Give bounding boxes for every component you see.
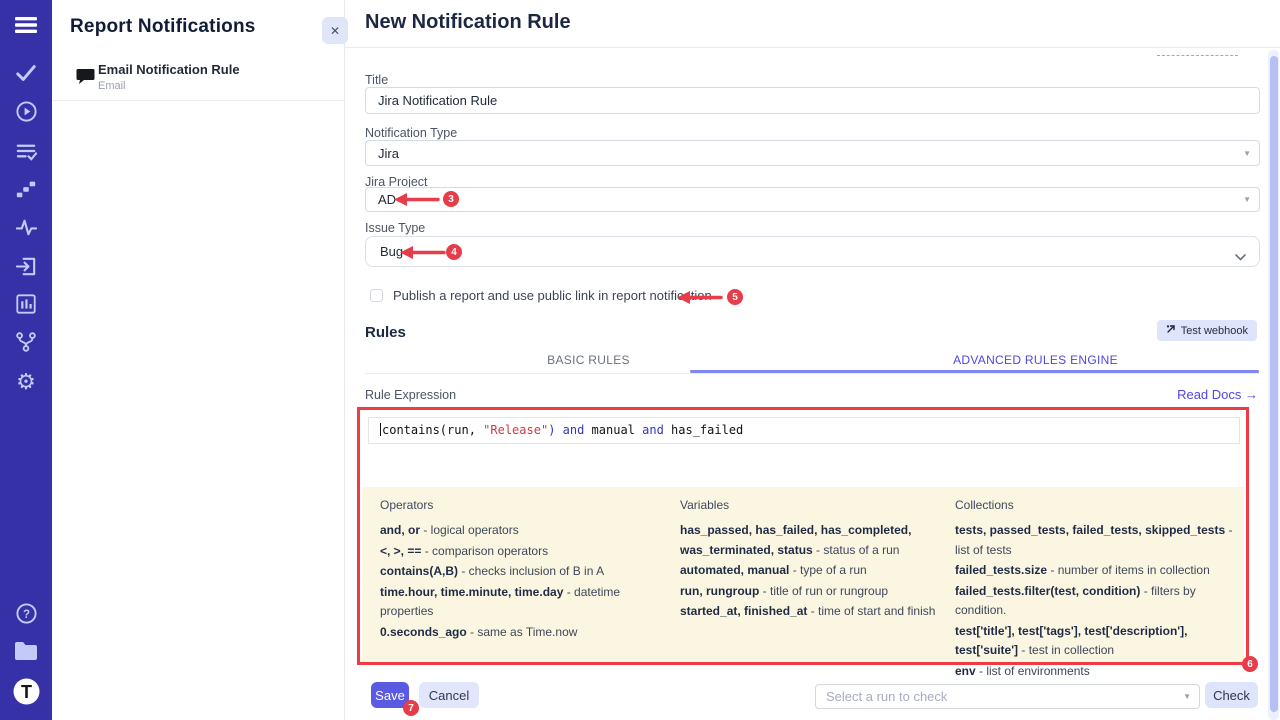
play-circle-icon[interactable] bbox=[0, 100, 52, 123]
help-item: run, rungroup - title of run or rungroup bbox=[680, 582, 954, 602]
help-item: 0.seconds_ago - same as Time.now bbox=[380, 623, 664, 643]
notification-rule-list-item[interactable]: Email Notification Rule Email bbox=[52, 56, 344, 101]
activity-icon[interactable] bbox=[0, 216, 52, 239]
help-item: tests, passed_tests, failed_tests, skipp… bbox=[955, 521, 1237, 560]
help-item: contains(A,B) - checks inclusion of B in… bbox=[380, 562, 664, 582]
rules-heading: Rules bbox=[365, 324, 406, 341]
annotation-badge-7: 7 bbox=[403, 700, 419, 716]
title-input[interactable] bbox=[365, 87, 1260, 114]
dropdown-arrow-icon: ▼ bbox=[1183, 692, 1191, 701]
annotation-badge-4: 4 bbox=[446, 244, 462, 260]
annotation-badge-3: 3 bbox=[443, 191, 459, 207]
annotation-rectangle-6: contains(run, "Release") and manual and … bbox=[357, 407, 1249, 665]
notification-type-select[interactable]: Jira ▼ bbox=[365, 140, 1260, 166]
active-tab-underline bbox=[690, 370, 1259, 373]
form-header: New Notification Rule bbox=[345, 0, 1280, 48]
page-title: New Notification Rule bbox=[365, 11, 571, 34]
help-item: time.hour, time.minute, time.day - datet… bbox=[380, 583, 664, 622]
jira-project-select[interactable]: AD ▼ bbox=[365, 187, 1260, 212]
gear-icon[interactable]: ⚙ bbox=[0, 369, 52, 395]
annotation-badge-5: 5 bbox=[727, 289, 743, 305]
help-column-collections: Collections tests, passed_tests, failed_… bbox=[955, 498, 1237, 682]
panel-title: Report Notifications bbox=[70, 16, 256, 38]
tabs-divider bbox=[365, 373, 1259, 374]
menu-icon[interactable] bbox=[0, 15, 52, 35]
bar-chart-icon[interactable] bbox=[0, 293, 52, 315]
help-item: test['title'], test['tags'], test['descr… bbox=[955, 622, 1237, 661]
app-logo-icon[interactable]: T bbox=[0, 678, 52, 705]
report-notifications-panel: Report Notifications ✕ Email Notificatio… bbox=[52, 0, 345, 720]
publish-report-row: Publish a report and use public link in … bbox=[370, 288, 712, 303]
cancel-button[interactable]: Cancel bbox=[419, 682, 479, 708]
help-item: automated, manual - type of a run bbox=[680, 561, 954, 581]
list-item-subtitle: Email bbox=[98, 80, 126, 92]
help-item: <, >, == - comparison operators bbox=[380, 542, 664, 562]
help-circle-icon[interactable]: ? bbox=[0, 602, 52, 625]
branch-icon[interactable] bbox=[0, 331, 52, 353]
svg-text:T: T bbox=[21, 682, 32, 702]
help-item: failed_tests.filter(test, condition) - f… bbox=[955, 582, 1237, 621]
help-item: started_at, finished_at - time of start … bbox=[680, 602, 954, 622]
rule-expression-editor[interactable]: contains(run, "Release") and manual and … bbox=[368, 417, 1240, 444]
annotation-arrow-3 bbox=[394, 192, 440, 207]
help-item: env - list of environments bbox=[955, 662, 1237, 682]
webhook-icon bbox=[1166, 324, 1176, 337]
check-button[interactable]: Check bbox=[1205, 682, 1258, 708]
rule-expression-label: Rule Expression bbox=[365, 388, 456, 402]
notification-type-label: Notification Type bbox=[365, 126, 457, 140]
test-webhook-button[interactable]: Test webhook bbox=[1157, 320, 1257, 341]
publish-report-checkbox[interactable] bbox=[370, 289, 383, 302]
publish-report-label: Publish a report and use public link in … bbox=[393, 288, 712, 303]
title-label: Title bbox=[365, 73, 388, 87]
svg-text:?: ? bbox=[22, 609, 29, 621]
new-notification-rule-form: New Notification Rule ✕ Read Docs → Titl… bbox=[345, 0, 1280, 720]
annotation-arrow-4 bbox=[400, 245, 446, 260]
help-column-variables: Variables has_passed, has_failed, has_co… bbox=[680, 498, 954, 623]
sign-in-icon[interactable] bbox=[0, 255, 52, 278]
panel-close-button[interactable]: ✕ bbox=[322, 17, 348, 44]
run-to-check-select[interactable]: Select a run to check ▼ bbox=[815, 684, 1200, 709]
issue-type-label: Issue Type bbox=[365, 221, 425, 235]
read-docs-link[interactable]: Read Docs → bbox=[1177, 387, 1258, 402]
issue-type-select[interactable]: Bug bbox=[365, 236, 1260, 267]
expression-help-panel: Operators and, or - logical operators <,… bbox=[362, 487, 1244, 662]
list-check-icon[interactable] bbox=[0, 140, 52, 163]
help-item: has_passed, has_failed, has_completed, w… bbox=[680, 521, 954, 560]
help-item: failed_tests.size - number of items in c… bbox=[955, 561, 1237, 581]
dropdown-arrow-icon: ▼ bbox=[1243, 149, 1251, 158]
annotation-arrow-5 bbox=[677, 290, 723, 305]
app-sidebar: ⚙ ? T bbox=[0, 0, 52, 720]
chat-bubble-icon bbox=[76, 68, 95, 90]
dropdown-arrow-icon: ▼ bbox=[1243, 195, 1251, 204]
chevron-down-icon bbox=[1235, 249, 1246, 264]
check-icon[interactable] bbox=[0, 62, 52, 84]
folder-icon[interactable] bbox=[0, 641, 52, 661]
steps-icon[interactable] bbox=[0, 178, 52, 200]
help-column-operators: Operators and, or - logical operators <,… bbox=[380, 498, 664, 643]
text-cursor bbox=[380, 423, 381, 436]
scrollbar-thumb[interactable] bbox=[1270, 56, 1278, 712]
list-item-title: Email Notification Rule bbox=[98, 62, 240, 77]
help-item: and, or - logical operators bbox=[380, 521, 664, 541]
annotation-badge-6: 6 bbox=[1242, 656, 1258, 672]
